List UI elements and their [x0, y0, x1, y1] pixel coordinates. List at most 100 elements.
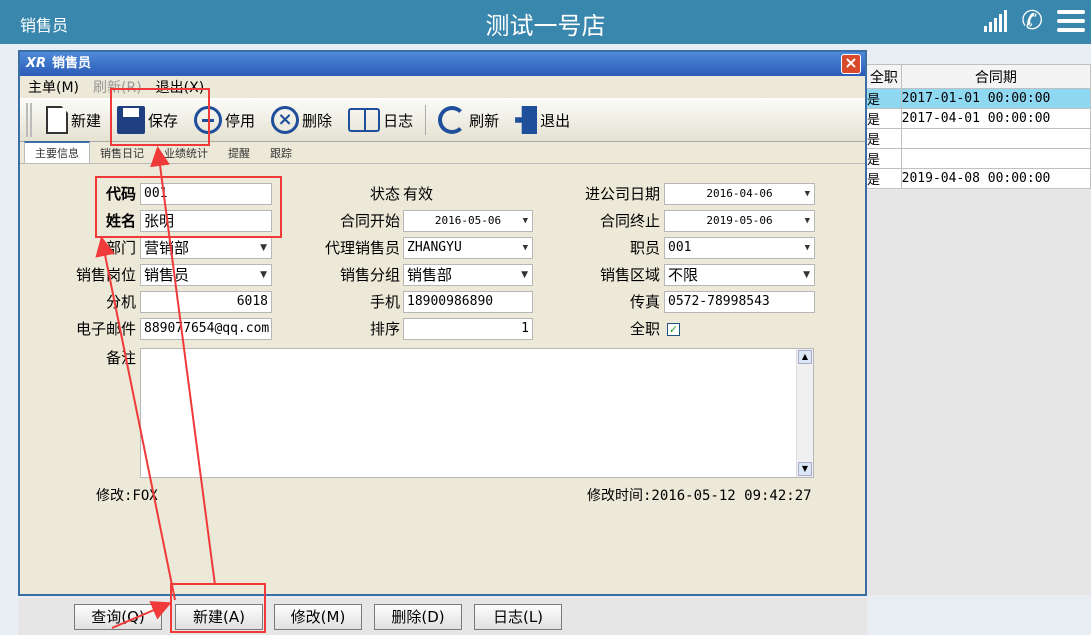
save-button[interactable]: 保存 — [111, 102, 184, 138]
table-row[interactable]: 是 — [866, 148, 1091, 169]
close-button[interactable]: × — [841, 54, 861, 74]
fax-input[interactable]: 0572-78998543 — [664, 291, 815, 313]
column-header-fulltime[interactable]: 全职 — [866, 64, 902, 89]
mobile-label: 手机 — [369, 293, 400, 311]
tab-main-info[interactable]: 主要信息 — [24, 141, 90, 163]
new-record-button[interactable]: 新建(A) — [175, 604, 263, 630]
memo-textarea[interactable]: ▲ ▼ — [140, 348, 814, 478]
delete-button[interactable]: × 删除 — [265, 102, 338, 138]
new-button[interactable]: 新建 — [40, 102, 107, 138]
minus-circle-icon — [194, 106, 223, 134]
tab-performance[interactable]: 业绩统计 — [154, 143, 218, 163]
chevron-down-icon: ▼ — [522, 243, 528, 253]
modified-time: 修改时间:2016-05-12 09:42:27 — [587, 488, 812, 504]
column-header-contract[interactable]: 合同期 — [900, 64, 1091, 89]
table-row[interactable]: 是 2019-04-08 00:00:00 — [866, 168, 1091, 189]
position-label: 销售岗位 — [75, 266, 136, 284]
region-label: 销售区域 — [599, 266, 660, 284]
contract-start-date[interactable]: 2016-05-06 ▼ — [403, 210, 533, 232]
dept-select[interactable]: 营销部 ▼ — [140, 237, 272, 259]
order-label: 排序 — [369, 320, 400, 338]
menu-item-exit[interactable]: 退出(X) — [156, 77, 205, 97]
x-circle-icon: × — [271, 106, 300, 134]
menu-item-main[interactable]: 主单(M) — [28, 77, 79, 97]
ext-label: 分机 — [105, 293, 136, 311]
contract-start-label: 合同开始 — [339, 212, 400, 230]
tab-sales-diary[interactable]: 销售日记 — [90, 143, 154, 163]
memo-label: 备注 — [105, 349, 136, 367]
employee-select[interactable]: 001 ▼ — [664, 237, 815, 259]
exit-button[interactable]: 退出 — [509, 102, 576, 138]
chevron-down-icon: ▼ — [260, 243, 267, 253]
book-icon — [348, 108, 381, 132]
status-value: 有效 — [403, 185, 434, 203]
table-row[interactable]: 是 — [866, 128, 1091, 149]
email-label: 电子邮件 — [75, 320, 136, 338]
scroll-down-icon[interactable]: ▼ — [798, 462, 812, 476]
background-area — [866, 190, 1091, 595]
scroll-up-icon[interactable]: ▲ — [798, 350, 812, 364]
ext-input[interactable]: 6018 — [140, 291, 272, 313]
chevron-down-icon: ▼ — [804, 243, 810, 253]
signal-icon — [984, 10, 1008, 32]
app-header: 销售员 测试一号店 ✆ — [0, 0, 1091, 44]
table-row[interactable]: 是 2017-01-01 00:00:00 — [866, 88, 1091, 109]
memo-scrollbar[interactable]: ▲ ▼ — [796, 349, 813, 477]
edit-button[interactable]: 修改(M) — [274, 604, 362, 630]
name-label: 姓名 — [105, 212, 136, 230]
region-select[interactable]: 不限 ▼ — [664, 264, 815, 286]
dialog-title-bar[interactable]: XR 销售员 × — [20, 52, 865, 76]
delete-record-button[interactable]: 删除(D) — [374, 604, 462, 630]
fax-label: 传真 — [629, 293, 660, 311]
email-input[interactable]: 889077654@qq.com — [140, 318, 272, 340]
status-label: 状态 — [369, 185, 400, 203]
code-input[interactable]: 001 — [140, 183, 272, 205]
app-logo-icon: XR — [26, 56, 47, 71]
join-date-label: 进公司日期 — [584, 185, 660, 203]
menu-icon[interactable] — [1057, 10, 1085, 32]
group-select[interactable]: 销售部 ▼ — [403, 264, 533, 286]
chevron-down-icon: ▼ — [803, 270, 810, 280]
join-date-picker[interactable]: 2016-04-06 ▼ — [664, 183, 815, 205]
order-input[interactable]: 1 — [403, 318, 533, 340]
log-record-button[interactable]: 日志(L) — [474, 604, 562, 630]
modified-by: 修改:FOX — [96, 488, 158, 504]
chevron-down-icon: ▼ — [804, 216, 810, 226]
log-button[interactable]: 日志 — [342, 102, 419, 138]
disable-button[interactable]: 停用 — [188, 102, 261, 138]
bottom-button-bar: 查询(Q) 新建(A) 修改(M) 删除(D) 日志(L) — [18, 598, 867, 635]
refresh-button[interactable]: 刷新 — [432, 102, 505, 138]
header-icons: ✆ — [984, 6, 1085, 36]
chevron-down-icon: ▼ — [521, 270, 528, 280]
query-button[interactable]: 查询(Q) — [74, 604, 162, 630]
tab-tracking[interactable]: 跟踪 — [260, 143, 302, 163]
tab-bar: 主要信息 销售日记 业绩统计 提醒 跟踪 — [20, 141, 865, 164]
contract-end-label: 合同终止 — [599, 212, 660, 230]
table-row[interactable]: 是 2017-04-01 00:00:00 — [866, 108, 1091, 129]
fulltime-label: 全职 — [629, 320, 660, 338]
main-info-form: 代码 001 姓名 张明 部门 营销部 ▼ 销售岗位 销售员 ▼ 分机 6018 电… — [20, 168, 865, 594]
phone-icon[interactable]: ✆ — [1021, 6, 1043, 36]
mobile-input[interactable]: 18900986890 — [403, 291, 533, 313]
name-input[interactable]: 张明 — [140, 210, 272, 232]
dept-label: 部门 — [105, 239, 136, 257]
toolbar-grip[interactable] — [26, 103, 32, 137]
exit-door-icon — [515, 106, 538, 134]
tab-reminders[interactable]: 提醒 — [218, 143, 260, 163]
menu-bar: 主单(M) 刷新(R) 退出(X) — [20, 76, 865, 98]
salesperson-dialog: XR 销售员 × 主单(M) 刷新(R) 退出(X) 新建 保存 停用 × 删除 日… — [18, 50, 867, 596]
agent-select[interactable]: ZHANGYU ▼ — [403, 237, 533, 259]
chevron-down-icon: ▼ — [260, 270, 267, 280]
chevron-down-icon: ▼ — [522, 216, 528, 226]
refresh-icon — [438, 106, 467, 134]
new-document-icon — [46, 106, 68, 134]
background-table: 全职 合同期 是 2017-01-01 00:00:00 是 2017-04-01 … — [866, 64, 1091, 189]
position-select[interactable]: 销售员 ▼ — [140, 264, 272, 286]
contract-end-date[interactable]: 2019-05-06 ▼ — [664, 210, 815, 232]
fulltime-checkbox[interactable]: ✓ — [667, 323, 680, 336]
menu-item-refresh: 刷新(R) — [93, 80, 142, 96]
toolbar-separator — [425, 105, 427, 135]
chevron-down-icon: ▼ — [804, 189, 810, 199]
agent-label: 代理销售员 — [324, 239, 400, 257]
toolbar: 新建 保存 停用 × 删除 日志 刷新 退出 — [20, 98, 865, 142]
